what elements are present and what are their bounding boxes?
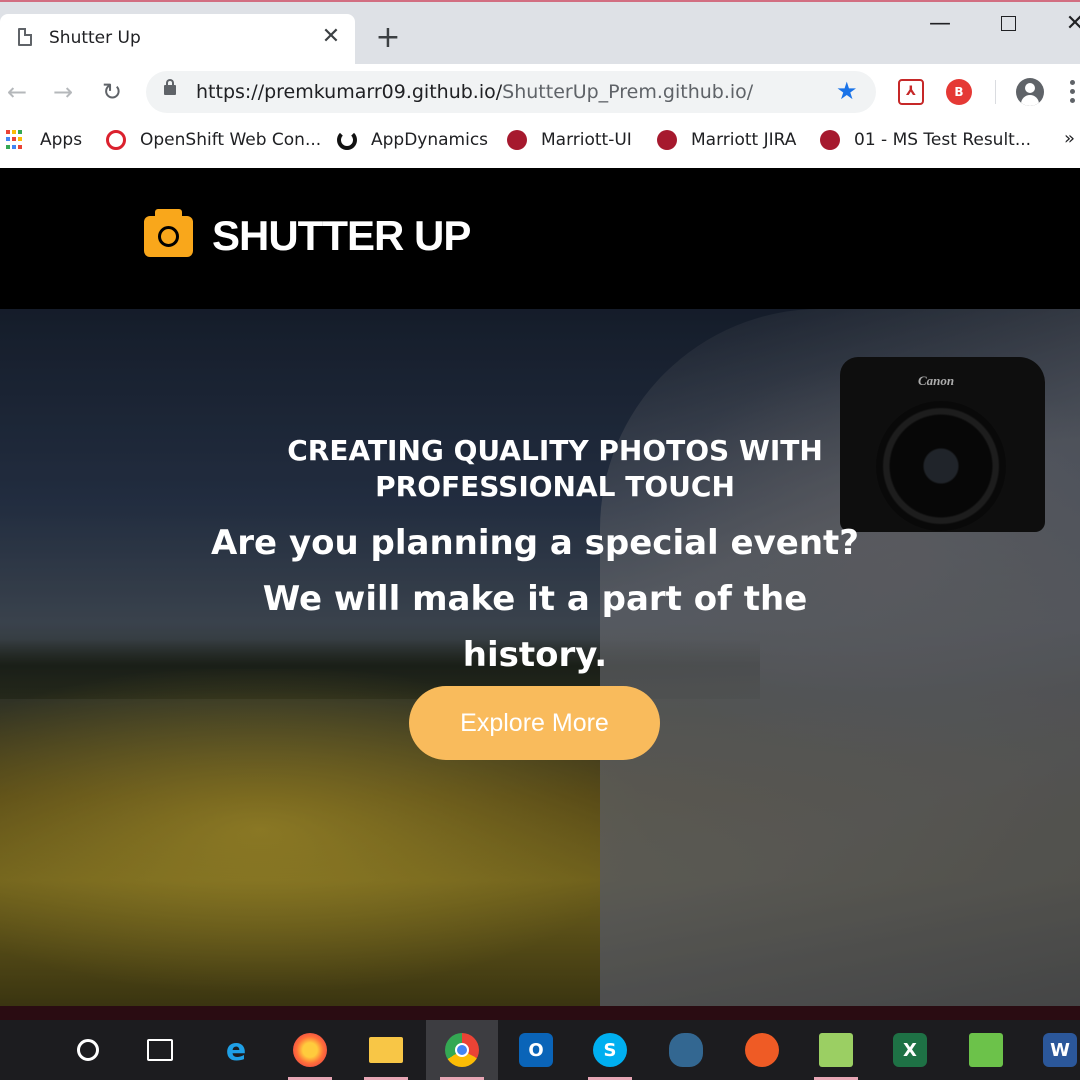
taskbar-skype[interactable]: S <box>574 1020 646 1080</box>
maximize-icon <box>1000 16 1016 31</box>
windows-icon <box>24 1038 48 1062</box>
reload-button[interactable]: ↻ <box>97 77 127 107</box>
taskbar-outlook[interactable]: O <box>500 1020 572 1080</box>
forward-button[interactable]: → <box>48 77 78 107</box>
browser-toolbar: ← → ↻ https://premkumarr09.github.io/Shu… <box>0 64 1080 120</box>
bookmark-label: Marriott-UI <box>541 130 632 150</box>
b-extension-icon[interactable]: B <box>946 79 972 105</box>
bookmark-ms-test-results[interactable]: 01 - MS Test Result... <box>820 128 1031 152</box>
lock-icon[interactable] <box>164 79 176 95</box>
address-bar[interactable]: https://premkumarr09.github.io/ShutterUp… <box>146 71 876 113</box>
postman-icon <box>745 1033 779 1067</box>
task-view-button[interactable] <box>124 1020 196 1080</box>
marriott-icon <box>507 130 527 150</box>
bookmarks-overflow-button[interactable]: » <box>1064 128 1075 149</box>
bookmark-appdynamics[interactable]: AppDynamics <box>337 128 488 152</box>
internet-explorer-icon: e <box>225 1032 247 1068</box>
excel-icon: X <box>893 1033 927 1067</box>
pdf-extension-icon[interactable]: ⅄ <box>898 79 924 105</box>
skype-icon: S <box>593 1033 627 1067</box>
site-header: SHUTTER UP <box>0 168 1080 309</box>
taskbar-internet-explorer[interactable]: e <box>200 1020 272 1080</box>
marriott-icon <box>657 130 677 150</box>
window-maximize-button[interactable] <box>988 8 1028 40</box>
bookmark-apps[interactable]: Apps <box>6 128 82 152</box>
tab-title: Shutter Up <box>49 28 141 48</box>
folder-icon <box>369 1037 403 1063</box>
hero-subtitle: CREATING QUALITY PHOTOS WITH PROFESSIONA… <box>287 434 823 503</box>
camera-icon[interactable] <box>144 209 193 257</box>
taskbar-postgresql[interactable] <box>650 1020 722 1080</box>
bookmarks-bar: Apps OpenShift Web Con... AppDynamics Ma… <box>0 120 1080 160</box>
browser-menu-icon[interactable] <box>1070 78 1076 106</box>
word-icon: W <box>1043 1033 1077 1067</box>
appdynamics-icon <box>337 130 357 150</box>
outlook-icon: O <box>519 1033 553 1067</box>
explore-more-button[interactable]: Explore More <box>409 686 660 760</box>
url-path: ShutterUp_Prem.github.io/ <box>502 81 754 103</box>
bookmark-label: AppDynamics <box>371 130 489 150</box>
bookmark-openshift[interactable]: OpenShift Web Con... <box>106 128 321 152</box>
browser-chrome: Shutter Up ✕ + — ✕ ← → ↻ https://premkum… <box>0 0 1080 168</box>
bookmark-label: Marriott JIRA <box>691 130 797 150</box>
toolbar-bottom <box>0 160 1080 168</box>
account-icon[interactable] <box>1016 78 1044 106</box>
notepad-plus-plus-icon <box>819 1033 853 1067</box>
keyboard-cloud-icon <box>969 1033 1003 1067</box>
marriott-icon <box>820 130 840 150</box>
window-border <box>0 0 1080 2</box>
cortana-button[interactable] <box>52 1020 124 1080</box>
window-minimize-button[interactable]: — <box>920 8 960 40</box>
new-tab-button[interactable]: + <box>372 22 404 54</box>
bookmark-marriott-jira[interactable]: Marriott JIRA <box>657 128 796 152</box>
taskbar-firefox[interactable] <box>274 1020 346 1080</box>
url-host: https://premkumarr09.github.io/ <box>196 81 503 103</box>
apps-grid-icon <box>6 130 26 150</box>
taskbar-chrome[interactable] <box>426 1020 498 1080</box>
hero-title: Are you planning a special event? We wil… <box>210 523 860 675</box>
taskbar-keyboard-app[interactable] <box>950 1020 1022 1080</box>
chrome-icon <box>445 1033 479 1067</box>
bookmark-marriott-ui[interactable]: Marriott-UI <box>507 128 632 152</box>
bookmark-star-icon[interactable]: ★ <box>836 77 858 105</box>
window-close-button[interactable]: ✕ <box>1055 8 1080 40</box>
bookmark-label: Apps <box>40 130 83 150</box>
back-button[interactable]: ← <box>2 77 32 107</box>
hero-section: Canon CREATING QUALITY PHOTOS WITH PROFE… <box>0 309 1080 1006</box>
toolbar-divider <box>995 80 996 104</box>
taskbar-word[interactable]: W <box>1024 1020 1080 1080</box>
site-brand[interactable]: SHUTTER UP <box>212 212 471 260</box>
firefox-icon <box>293 1033 327 1067</box>
cortana-icon <box>77 1039 99 1061</box>
postgresql-elephant-icon <box>669 1033 703 1067</box>
windows-taskbar: e O S X W <box>0 1006 1080 1080</box>
taskbar-file-explorer[interactable] <box>350 1020 422 1080</box>
taskbar-excel[interactable]: X <box>874 1020 946 1080</box>
openshift-icon <box>106 130 126 150</box>
browser-tab[interactable]: Shutter Up ✕ <box>0 14 355 64</box>
tab-close-button[interactable]: ✕ <box>318 24 344 50</box>
taskbar-notepad-plus-plus[interactable] <box>800 1020 872 1080</box>
taskbar-postman[interactable] <box>726 1020 798 1080</box>
task-view-icon <box>147 1039 173 1061</box>
document-icon <box>18 28 32 46</box>
url-text[interactable]: https://premkumarr09.github.io/ShutterUp… <box>196 81 753 103</box>
bookmark-label: OpenShift Web Con... <box>140 130 322 150</box>
bookmark-label: 01 - MS Test Result... <box>854 130 1032 150</box>
